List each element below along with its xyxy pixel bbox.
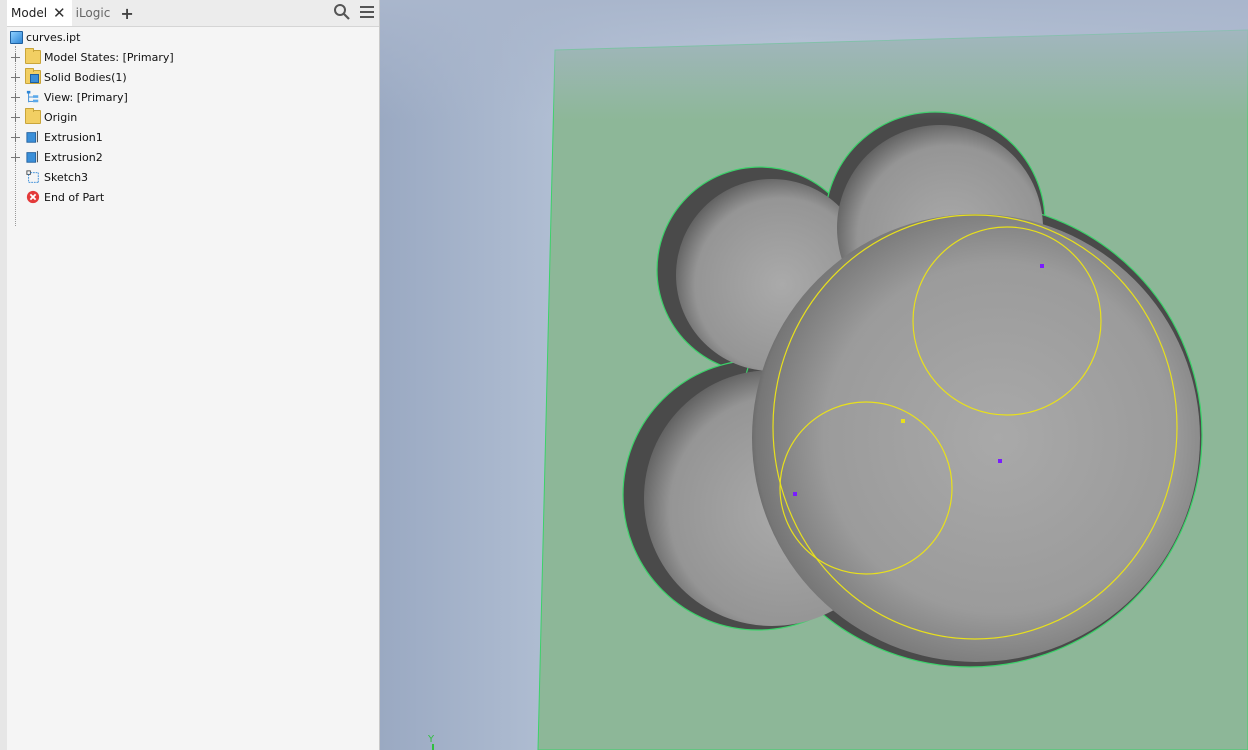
sketch-point[interactable] (998, 459, 1002, 463)
expand-icon[interactable] (11, 52, 20, 62)
axis-triad: Y (427, 734, 435, 750)
expand-icon[interactable] (11, 152, 20, 162)
sketch-point[interactable] (793, 492, 797, 496)
tree-item-origin[interactable]: Origin (11, 107, 77, 127)
graphics-viewport[interactable]: Y (380, 0, 1248, 750)
tree-item-sketch3[interactable]: Sketch3 (25, 167, 88, 187)
tree-item-label: End of Part (44, 190, 105, 204)
tree-item-extrusion2[interactable]: Extrusion2 (11, 147, 103, 167)
sketch-point[interactable] (1040, 264, 1044, 268)
tree-root-part[interactable]: curves.ipt (10, 27, 80, 47)
close-icon[interactable]: ✕ (53, 0, 66, 26)
sketch-icon (26, 170, 39, 183)
tree-item-label: Origin (44, 110, 78, 124)
tree-item-label: Sketch3 (44, 170, 89, 184)
extrusion-icon (26, 150, 38, 163)
expand-icon[interactable] (11, 72, 20, 82)
solid-bodies-folder-icon (25, 68, 41, 84)
tab-model-label: Model (11, 6, 48, 20)
expand-icon[interactable] (11, 92, 20, 102)
browser-tab-bar: Model ✕ iLogic + (7, 0, 379, 27)
part-icon (10, 30, 23, 44)
view-rep-icon (26, 90, 39, 103)
tree-item-view[interactable]: View: [Primary] (11, 87, 128, 107)
tree-item-solid-bodies[interactable]: Solid Bodies(1) (11, 67, 127, 87)
model-browser: Model ✕ iLogic + curves.ipt Model States… (7, 0, 380, 750)
tab-model[interactable]: Model ✕ (7, 0, 72, 26)
extrusion-icon (26, 130, 38, 143)
tab-ilogic[interactable]: iLogic (72, 0, 115, 26)
search-icon[interactable] (333, 3, 351, 21)
axis-label-y: Y (427, 734, 435, 745)
folder-icon (25, 108, 41, 124)
sketch-point[interactable] (901, 419, 905, 423)
expand-icon[interactable] (11, 132, 20, 142)
plus-icon[interactable]: + (114, 4, 139, 23)
tree-item-extrusion1[interactable]: Extrusion1 (11, 127, 103, 147)
tree-item-label: View: [Primary] (44, 90, 128, 104)
model-canvas[interactable]: Y (380, 0, 1248, 750)
tree-item-model-states[interactable]: Model States: [Primary] (11, 47, 174, 67)
expand-icon[interactable] (11, 112, 20, 122)
tree-item-end-of-part[interactable]: End of Part (25, 187, 104, 207)
folder-icon (25, 48, 41, 64)
end-of-part-icon (26, 190, 40, 204)
tree-item-label: Model States: [Primary] (44, 50, 174, 64)
tree-item-label: Extrusion2 (44, 150, 103, 164)
tree-item-label: Solid Bodies(1) (44, 70, 127, 84)
tab-ilogic-label: iLogic (75, 6, 111, 20)
hamburger-menu-icon[interactable] (359, 3, 375, 21)
tree-root-label: curves.ipt (26, 30, 81, 44)
tree-item-label: Extrusion1 (44, 130, 103, 144)
